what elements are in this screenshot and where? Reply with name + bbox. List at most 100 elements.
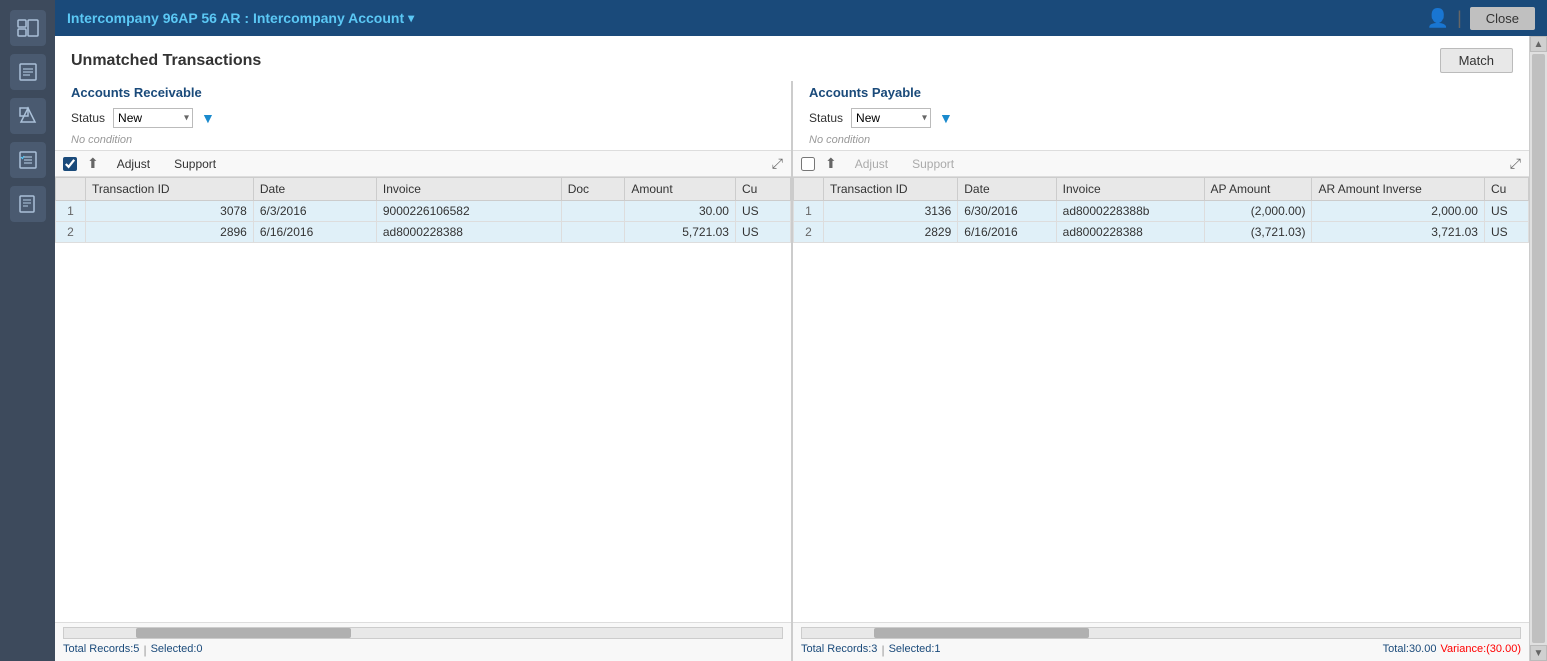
ar-table-toolbar: ⬆ Adjust Support ⤢ [55,150,791,177]
ap-col-check [794,178,824,201]
ap-status-label: Status [809,111,843,125]
ar-upload-icon[interactable]: ⬆ [85,153,101,174]
sidebar-icon-journal[interactable] [10,54,46,90]
ar-cell-cu: US [735,222,790,243]
ap-adjust-button[interactable]: Adjust [847,155,896,173]
scroll-thumb[interactable] [1532,54,1545,643]
ap-cell-ar-amount-inverse: 3,721.03 [1312,222,1485,243]
ap-table-header-row: Transaction ID Date Invoice AP Amount AR… [794,178,1529,201]
ap-cell-cu: US [1484,222,1528,243]
ap-selected: Selected:1 [889,643,941,657]
header-separator: | [1457,8,1462,29]
sidebar-icon-shapes[interactable] [10,98,46,134]
page-header: Unmatched Transactions Match [55,36,1529,81]
sidebar-icon-dashboard[interactable] [10,10,46,46]
ar-status-select-wrapper: New [113,108,193,128]
ar-col-date: Date [253,178,376,201]
sidebar-icon-list-check[interactable] [10,142,46,178]
ap-footer-status: Total Records:3 | Selected:1 Total:30.00… [801,641,1521,659]
ar-table-body: 1 3078 6/3/2016 9000226106582 30.00 US 2… [56,201,791,243]
ar-no-condition: No condition [71,134,132,146]
ar-select-all-checkbox[interactable] [63,157,77,171]
ar-col-amount: Amount [625,178,736,201]
ar-panel-footer: Total Records:5 | Selected:0 [55,622,791,661]
close-button[interactable]: Close [1470,7,1535,30]
ar-cell-invoice: 9000226106582 [376,201,561,222]
ap-col-ap-amount: AP Amount [1204,178,1312,201]
ar-cell-tid: 2896 [86,222,254,243]
ap-status-row: Status New ▼ [793,104,1529,132]
ap-table-toolbar: ⬆ Adjust Support ⤢ [793,150,1529,177]
scroll-up-arrow[interactable]: ▲ [1530,36,1547,52]
title-text: Intercompany 96AP 56 AR : Intercompany A… [67,10,404,26]
ap-panel-footer: Total Records:3 | Selected:1 Total:30.00… [793,622,1529,661]
ap-hscrollbar[interactable] [801,627,1521,639]
ap-cell-ap-amount: (3,721.03) [1204,222,1312,243]
ap-cell-cu: US [1484,201,1528,222]
ap-panel-header: Accounts Payable [793,81,1529,104]
ap-table-wrap: Transaction ID Date Invoice AP Amount AR… [793,177,1529,622]
ap-cell-tid: 3136 [824,201,958,222]
ap-hscrollbar-thumb [874,628,1089,638]
ap-cell-tid: 2829 [824,222,958,243]
ar-panel-title: Accounts Receivable [71,85,202,100]
ar-total-records: Total Records:5 [63,643,139,657]
ap-status-select-wrapper: New [851,108,931,128]
ap-select-all-checkbox[interactable] [801,157,815,171]
sidebar-icon-document-list[interactable] [10,186,46,222]
ar-table-wrap: Transaction ID Date Invoice Doc Amount C… [55,177,791,622]
ap-cell-date: 6/30/2016 [958,201,1056,222]
ap-cell-ar-amount-inverse: 2,000.00 [1312,201,1485,222]
ap-cell-invoice: ad8000228388b [1056,201,1204,222]
ar-condition-row: No condition [55,132,791,150]
ar-row-num: 2 [56,222,86,243]
ar-status-label: Status [71,111,105,125]
title-dropdown-arrow[interactable]: ▾ [408,11,414,25]
ar-col-invoice: Invoice [376,178,561,201]
ap-filter-icon[interactable]: ▼ [939,110,953,126]
ap-support-button[interactable]: Support [904,155,962,173]
ap-expand-icon[interactable]: ⤢ [1510,155,1521,172]
ar-cell-cu: US [735,201,790,222]
ar-status-select[interactable]: New [113,108,193,128]
ar-support-button[interactable]: Support [166,155,224,173]
match-button[interactable]: Match [1440,48,1513,73]
ap-table-row[interactable]: 2 2829 6/16/2016 ad8000228388 (3,721.03)… [794,222,1529,243]
ar-cell-date: 6/16/2016 [253,222,376,243]
sidebar [0,0,55,661]
right-scrollbar[interactable]: ▲ ▼ [1529,36,1547,661]
ar-table-row[interactable]: 2 2896 6/16/2016 ad8000228388 5,721.03 U… [56,222,791,243]
ar-cell-date: 6/3/2016 [253,201,376,222]
ap-total: Total:30.00 [1383,643,1437,657]
ap-table-row[interactable]: 1 3136 6/30/2016 ad8000228388b (2,000.00… [794,201,1529,222]
content-area: Unmatched Transactions Match Accounts Re… [55,36,1529,661]
ar-table-header-row: Transaction ID Date Invoice Doc Amount C… [56,178,791,201]
ar-filter-icon[interactable]: ▼ [201,110,215,126]
ar-table: Transaction ID Date Invoice Doc Amount C… [55,177,791,243]
ap-col-invoice: Invoice [1056,178,1204,201]
ap-variance: Variance:(30.00) [1440,643,1521,657]
header-bar: Intercompany 96AP 56 AR : Intercompany A… [55,0,1547,36]
ar-footer-sep: | [143,643,146,657]
ar-adjust-button[interactable]: Adjust [109,155,158,173]
ap-col-date: Date [958,178,1056,201]
ap-row-num: 2 [794,222,824,243]
ar-status-row: Status New ▼ [55,104,791,132]
panels-container: Accounts Receivable Status New ▼ [55,81,1529,661]
ar-expand-icon[interactable]: ⤢ [772,155,783,172]
ar-hscrollbar[interactable] [63,627,783,639]
header-title: Intercompany 96AP 56 AR : Intercompany A… [67,10,414,26]
ap-cell-ap-amount: (2,000.00) [1204,201,1312,222]
ap-condition-row: No condition [793,132,1529,150]
ap-upload-icon[interactable]: ⬆ [823,153,839,174]
ar-footer-status: Total Records:5 | Selected:0 [63,641,783,659]
ap-table: Transaction ID Date Invoice AP Amount AR… [793,177,1529,243]
page-title: Unmatched Transactions [71,52,261,70]
ap-table-body: 1 3136 6/30/2016 ad8000228388b (2,000.00… [794,201,1529,243]
ap-status-select[interactable]: New [851,108,931,128]
scroll-down-arrow[interactable]: ▼ [1530,645,1547,661]
ap-panel-title: Accounts Payable [809,85,921,100]
ap-cell-invoice: ad8000228388 [1056,222,1204,243]
ap-cell-date: 6/16/2016 [958,222,1056,243]
ar-table-row[interactable]: 1 3078 6/3/2016 9000226106582 30.00 US [56,201,791,222]
